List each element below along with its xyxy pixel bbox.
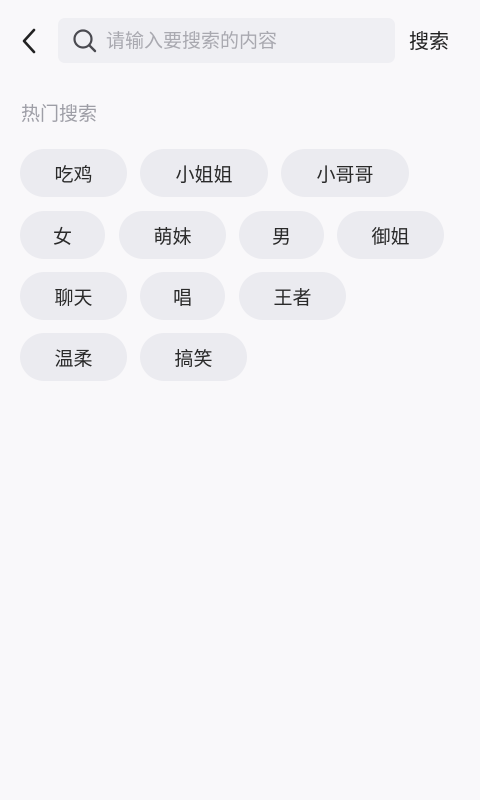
- hot-search-tag[interactable]: 聊天: [20, 272, 127, 320]
- hot-search-tag[interactable]: 萌妹: [119, 211, 226, 259]
- chevron-left-icon: [22, 28, 36, 54]
- hot-search-tag[interactable]: 男: [239, 211, 324, 259]
- search-icon: [72, 28, 98, 54]
- hot-search-tag[interactable]: 吃鸡: [20, 149, 127, 197]
- hot-search-tag[interactable]: 搞笑: [140, 333, 247, 381]
- hot-search-tag[interactable]: 小姐姐: [140, 149, 268, 197]
- back-button[interactable]: [14, 26, 44, 56]
- hot-search-tag[interactable]: 小哥哥: [281, 149, 409, 197]
- search-input[interactable]: [106, 29, 376, 52]
- hot-search-tag[interactable]: 唱: [140, 272, 225, 320]
- hot-search-title: 热门搜索: [21, 103, 98, 125]
- top-bar: 搜索: [0, 0, 480, 82]
- hot-search-tag[interactable]: 温柔: [20, 333, 127, 381]
- hot-search-tag[interactable]: 御姐: [337, 211, 444, 259]
- search-box[interactable]: [58, 18, 395, 63]
- search-button[interactable]: 搜索: [409, 26, 449, 56]
- hot-search-tag[interactable]: 王者: [239, 272, 346, 320]
- hot-search-tag[interactable]: 女: [20, 211, 105, 259]
